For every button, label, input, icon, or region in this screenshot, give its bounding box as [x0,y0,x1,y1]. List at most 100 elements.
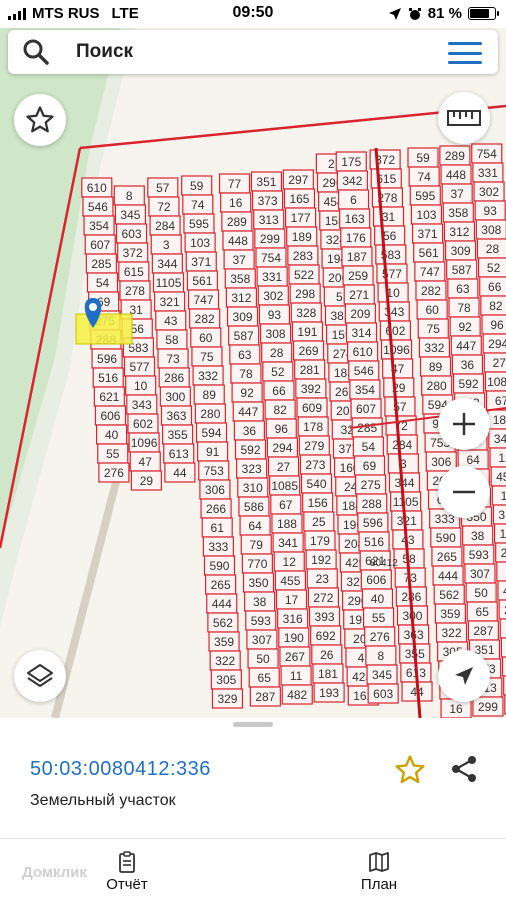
parcel-number: 58 [165,333,179,347]
parcel-number: 27 [493,356,506,370]
parcel-number: 621 [99,390,119,404]
parcel-number: 448 [446,168,466,182]
parcel-number: 606 [100,409,120,423]
share-icon[interactable] [450,754,478,784]
parcel-number: 305 [216,673,236,687]
parcel-number: 332 [198,369,218,383]
parcel-number: 562 [213,616,233,630]
parcel-number: 610 [87,181,107,195]
parcel-number: 562 [439,588,459,602]
search-input[interactable]: Поиск [76,41,133,63]
parcel-number: 272 [313,591,333,605]
parcel-number: 282 [421,284,441,298]
parcel-number: 602 [133,417,153,431]
star-outline-icon [26,106,54,133]
parcel-number: 187 [347,250,367,264]
parcel-number: 522 [294,268,314,282]
parcel-number: 312 [449,225,469,239]
parcel-number: 276 [370,630,390,644]
parcel-number: 189 [292,230,312,244]
parcel-number: 72 [157,200,171,214]
parcel-number: 447 [238,405,258,419]
parcel-number: 188 [493,413,506,427]
parcel-number: 75 [200,350,214,364]
parcel-number: 355 [168,428,188,442]
alarm-icon [408,7,421,20]
search-icon[interactable] [22,38,50,66]
parcel-number: 36 [461,358,475,372]
ruler-icon [447,110,481,126]
parcel-number: 103 [416,208,436,222]
search-bar[interactable]: Поиск [8,30,498,74]
zoom-out-button[interactable] [438,466,490,518]
parcel-number: 52 [487,261,501,275]
map-canvas[interactable]: 6105463546072855469275288596516621606405… [0,28,506,718]
parcel-number: 25 [312,515,326,529]
parcel-number: 770 [247,557,267,571]
ruler-button[interactable] [438,92,490,144]
parcel-number: 61 [211,521,225,535]
parcel-number: 269 [299,344,319,358]
parcel-number: 754 [477,147,497,161]
parcel-number: 2 [328,157,335,171]
parcel-number: 455 [496,470,506,484]
layers-button[interactable] [14,650,66,702]
parcel-number: 392 [301,382,321,396]
parcel-number: 359 [214,635,234,649]
sheet-handle[interactable] [233,722,273,727]
parcel-number: 332 [424,341,444,355]
parcel-number: 55 [372,611,386,625]
map-plan-icon [369,852,389,872]
parcel-number: 267 [501,546,506,560]
plus-icon [453,413,475,435]
tab-report[interactable]: Отчёт [67,846,187,896]
menu-icon[interactable] [448,42,482,64]
favorites-button[interactable] [14,94,66,146]
parcel-number: 587 [452,263,472,277]
parcel-number: 516 [364,535,384,549]
parcel-number: 329 [217,692,237,706]
parcel-number: 596 [363,516,383,530]
my-location-button[interactable] [438,650,490,702]
parcel-number: 93 [484,204,498,218]
parcel-number: 603 [373,687,393,701]
star-favorite-icon[interactable] [394,754,426,786]
parcel-number: 50 [474,586,488,600]
parcel-number: 322 [215,654,235,668]
parcel-number: 316 [283,612,303,626]
parcel-number: 190 [284,631,304,645]
cadastral-map[interactable]: 6105463546072855469275288596516621606405… [0,28,506,718]
parcel-number: 540 [307,477,327,491]
parcel-number: 67 [279,498,293,512]
parcel [500,637,506,658]
parcel-number: 593 [469,548,489,562]
parcel-number: 345 [372,668,392,682]
sheet-divider [0,838,506,839]
status-bar: MTS RUS LTE 09:50 81 % [0,0,506,28]
parcel-number: 561 [419,246,439,260]
block-label: 80412 [370,558,398,569]
parcel-number: 344 [157,257,177,271]
parcel-number: 12 [498,451,506,465]
parcel-number: 265 [437,550,457,564]
parcel-number: 265 [211,578,231,592]
parcel-number: 44 [173,466,187,480]
parcel-number: 606 [366,573,386,587]
parcel-number: 23 [316,572,330,586]
parcel-number: 65 [476,605,490,619]
zoom-in-button[interactable] [438,398,490,450]
parcel-number: 17 [501,489,506,503]
parcel-number: 66 [488,280,502,294]
parcel-number: 323 [242,462,262,476]
parcel-number: 747 [194,293,214,307]
parcel-number: 179 [310,534,330,548]
parcel-number: 561 [192,274,212,288]
parcel-info-sheet[interactable]: 50:03:0080412:336 Земельный участок Домк… [0,718,506,900]
parcel-number: 79 [250,538,264,552]
parcel-number: 300 [165,390,185,404]
parcel-number: 278 [125,284,145,298]
parcel-number: 89 [203,388,217,402]
tab-plan[interactable]: План [319,846,439,896]
parcel-number: 592 [241,443,261,457]
parcel-number: 16 [229,196,243,210]
